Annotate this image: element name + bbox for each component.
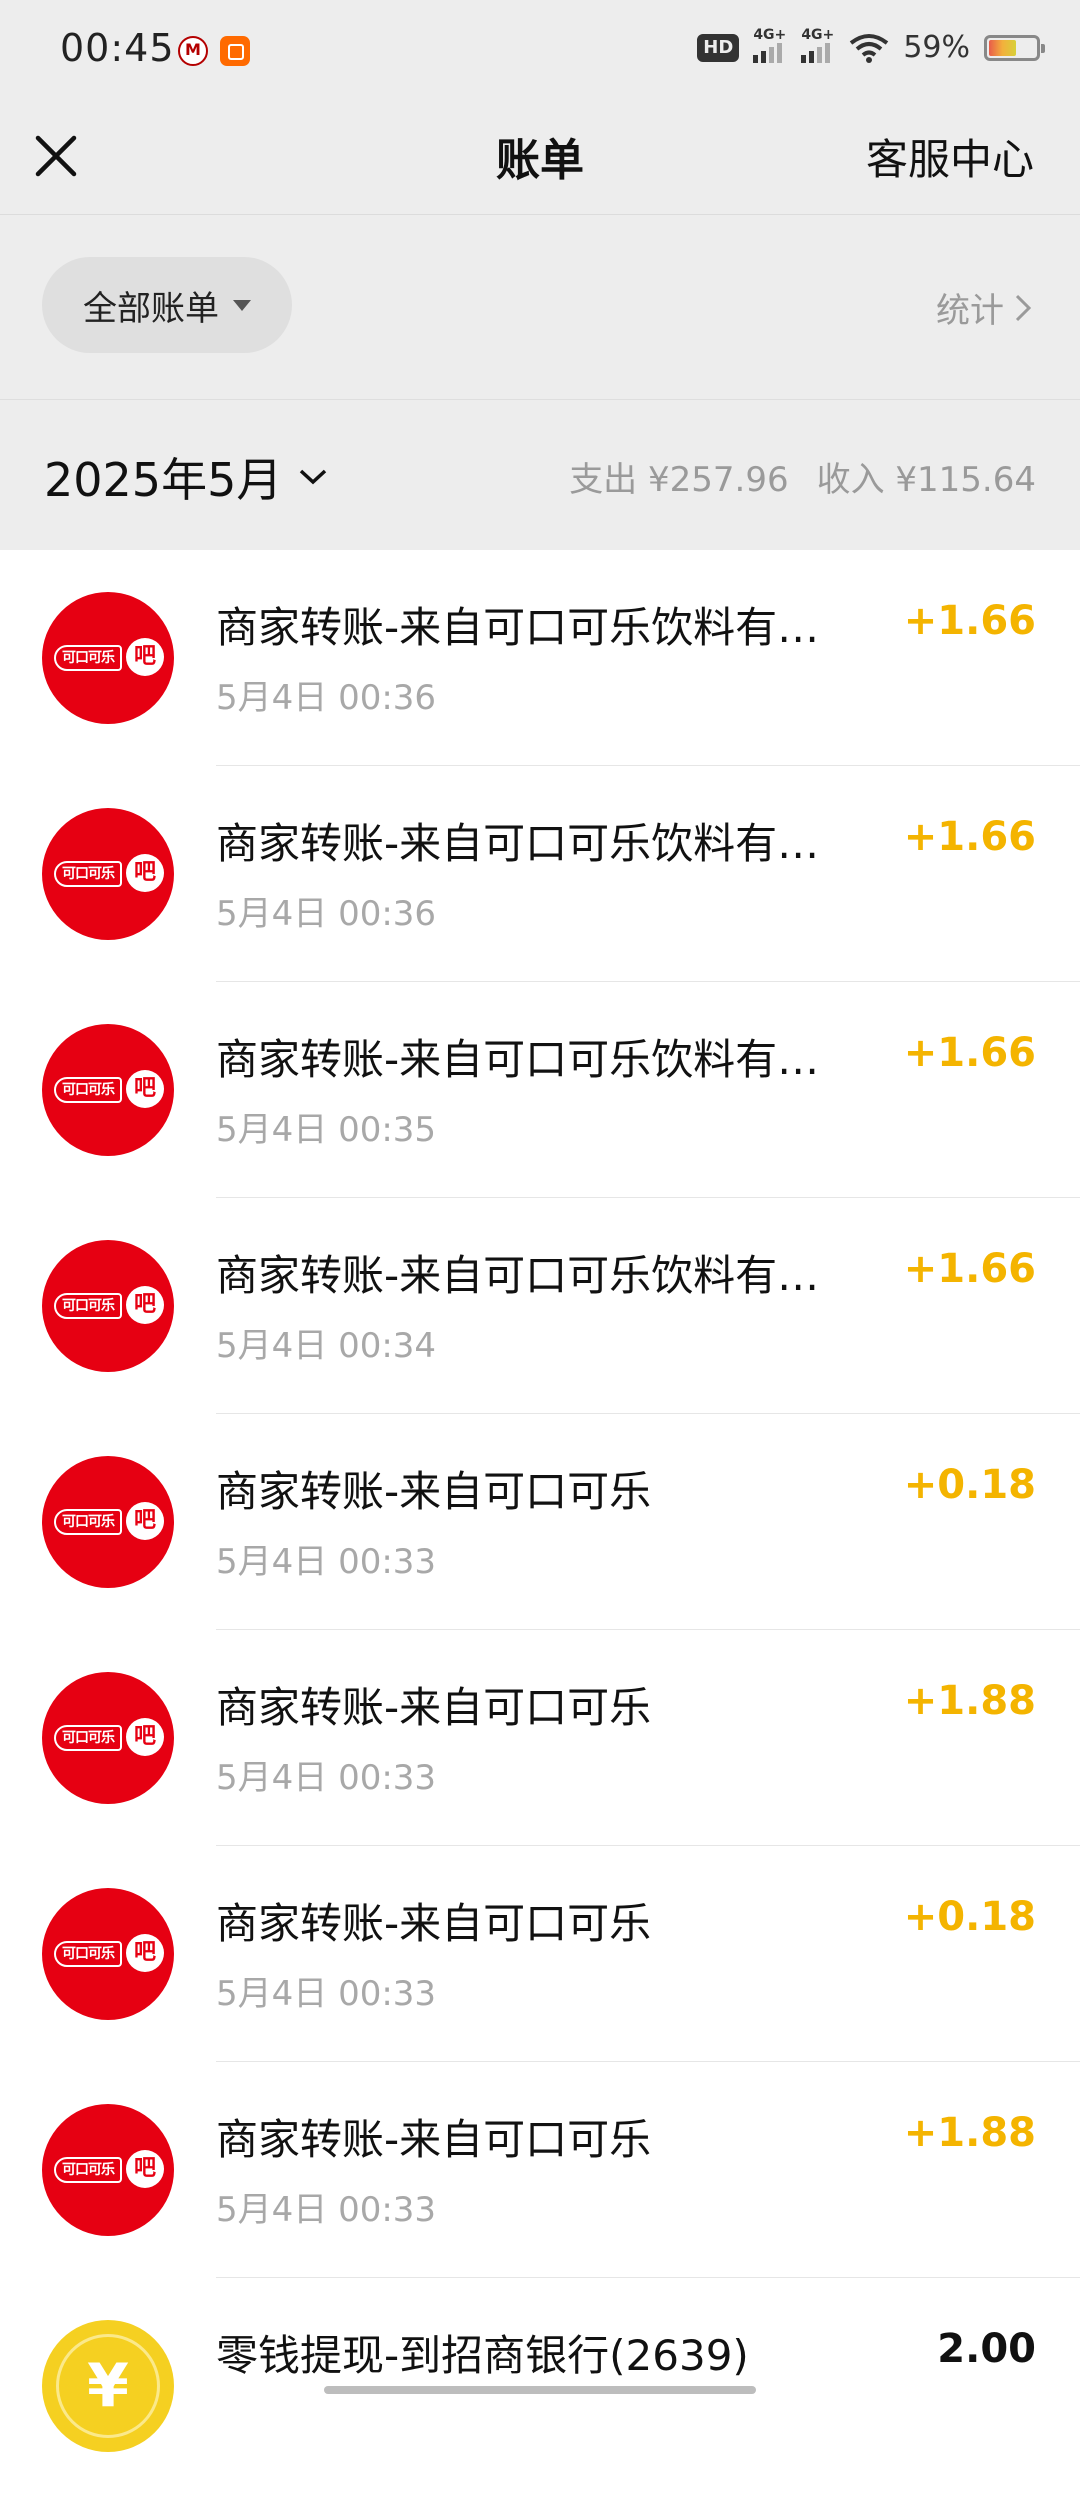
coca-cola-logo: 可口可乐 吧 (42, 1024, 174, 1156)
bill-title: 商家转账-来自可口可乐 (216, 1467, 652, 1516)
bill-type-filter-button[interactable]: 全部账单 (42, 257, 292, 353)
bill-title: 商家转账-来自可口可乐饮料有限公司 (216, 1035, 836, 1084)
bill-item[interactable]: 可口可乐 吧 商家转账-来自可口可乐饮料有限公司 5月4日 00:34 +1.6… (0, 1198, 1080, 1414)
chevron-right-icon (1015, 294, 1032, 321)
status-indicators: HD 4G+ 4G+ 59% (697, 27, 1045, 65)
battery-percent: 59% (903, 30, 970, 65)
bill-time: 5月4日 00:33 (216, 1974, 437, 2014)
bill-amount: +1.66 (903, 1030, 1036, 1076)
bill-time: 5月4日 00:33 (216, 1758, 437, 1798)
bill-item[interactable]: 可口可乐 吧 商家转账-来自可口可乐饮料有限公司 5月4日 00:36 +1.6… (0, 766, 1080, 982)
bill-item[interactable]: 可口可乐 吧 商家转账-来自可口可乐 5月4日 00:33 +1.88 (0, 2062, 1080, 2278)
bill-amount: +1.88 (903, 2110, 1036, 2156)
coca-cola-logo: 可口可乐 吧 (42, 592, 174, 724)
bill-item[interactable]: 可口可乐 吧 商家转账-来自可口可乐 5月4日 00:33 +1.88 (0, 1630, 1080, 1846)
notification-icons (178, 36, 250, 66)
coca-cola-logo: 可口可乐 吧 (42, 1672, 174, 1804)
bill-time: 5月4日 00:36 (216, 894, 437, 934)
signal-label-1: 4G+ (753, 26, 787, 43)
bill-item[interactable]: 可口可乐 吧 商家转账-来自可口可乐饮料有限公司 5月4日 00:35 +1.6… (0, 982, 1080, 1198)
close-icon[interactable] (30, 130, 82, 182)
bill-title: 商家转账-来自可口可乐 (216, 1683, 652, 1732)
nav-bar: 账单 客服中心 (0, 108, 1080, 215)
signal-icon-sim2: 4G+ (801, 27, 835, 63)
bill-amount: +1.66 (903, 814, 1036, 860)
month-summary-bar: 2025年5月 支出 ¥257.96 收入 ¥115.64 (0, 400, 1080, 550)
chevron-down-icon (300, 469, 327, 485)
home-indicator[interactable] (324, 2386, 756, 2394)
status-bar: 00:45 HD 4G+ 4G+ 59% (0, 0, 1080, 108)
bill-time: 5月4日 00:33 (216, 2190, 437, 2230)
bill-time: 5月4日 00:36 (216, 678, 437, 718)
bill-list: 可口可乐 吧 商家转账-来自可口可乐饮料有限公司 5月4日 00:36 +1.6… (0, 550, 1080, 2494)
coin-icon: ¥ (42, 2320, 174, 2452)
customer-service-link[interactable]: 客服中心 (866, 126, 1034, 187)
coca-cola-logo: 可口可乐 吧 (42, 1240, 174, 1372)
bill-item[interactable]: 可口可乐 吧 商家转账-来自可口可乐 5月4日 00:33 +0.18 (0, 1846, 1080, 2062)
bill-amount: 2.00 (937, 2326, 1036, 2372)
bill-title: 商家转账-来自可口可乐饮料有限公司 (216, 603, 836, 652)
statistics-link[interactable]: 统计 (936, 283, 1032, 332)
bill-item[interactable]: 可口可乐 吧 商家转账-来自可口可乐饮料有限公司 5月4日 00:36 +1.6… (0, 550, 1080, 766)
coca-cola-logo: 可口可乐 吧 (42, 2104, 174, 2236)
bill-item[interactable]: 可口可乐 吧 商家转账-来自可口可乐 5月4日 00:33 +0.18 (0, 1414, 1080, 1630)
bill-time: 5月4日 00:35 (216, 1110, 437, 1150)
bill-time: 5月4日 00:34 (216, 1326, 437, 1366)
bill-amount: +1.88 (903, 1678, 1036, 1724)
month-label: 2025年5月 (44, 453, 283, 507)
bill-title: 零钱提现-到招商银行(2639) (216, 2331, 749, 2380)
battery-fill (989, 39, 1016, 56)
month-picker[interactable]: 2025年5月 (44, 444, 328, 510)
bill-title: 商家转账-来自可口可乐饮料有限公司 (216, 1251, 836, 1300)
month-totals: 支出 ¥257.96 收入 ¥115.64 (569, 452, 1036, 501)
expense-total: 支出 ¥257.96 (569, 460, 789, 500)
bill-amount: +0.18 (903, 1894, 1036, 1940)
filter-bar: 全部账单 统计 (0, 215, 1080, 400)
bill-title: 商家转账-来自可口可乐饮料有限公司 (216, 819, 836, 868)
statistics-label: 统计 (936, 291, 1004, 331)
video-app-icon (220, 36, 250, 66)
coca-cola-logo: 可口可乐 吧 (42, 1456, 174, 1588)
coca-cola-logo: 可口可乐 吧 (42, 808, 174, 940)
bill-amount: +0.18 (903, 1462, 1036, 1508)
bill-title: 商家转账-来自可口可乐 (216, 1899, 652, 1948)
bill-amount: +1.66 (903, 598, 1036, 644)
signal-label-2: 4G+ (801, 26, 835, 43)
bank-app-icon (178, 36, 208, 66)
caret-down-icon (233, 299, 251, 311)
wifi-icon (850, 33, 889, 63)
hd-voice-icon: HD (697, 33, 740, 62)
status-time: 00:45 (60, 26, 175, 70)
filter-label: 全部账单 (83, 288, 219, 329)
coca-cola-logo: 可口可乐 吧 (42, 1888, 174, 2020)
bill-amount: +1.66 (903, 1246, 1036, 1292)
bill-time: 5月4日 00:33 (216, 1542, 437, 1582)
bill-title: 商家转账-来自可口可乐 (216, 2115, 652, 2164)
income-total: 收入 ¥115.64 (816, 460, 1036, 500)
battery-icon (984, 34, 1045, 61)
signal-icon-sim1: 4G+ (753, 27, 787, 63)
